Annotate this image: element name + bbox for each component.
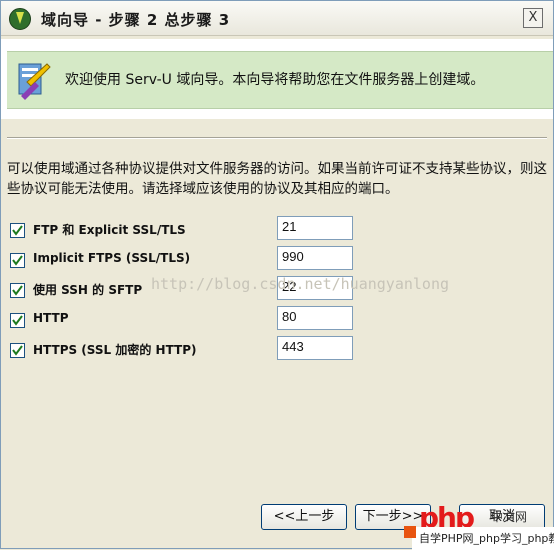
implicit-ftps-label: Implicit FTPS (SSL/TLS) xyxy=(33,251,191,265)
close-button[interactable]: X xyxy=(523,8,543,28)
sftp-checkbox[interactable] xyxy=(10,283,25,298)
footer-logo-icon xyxy=(404,526,416,538)
description-text: 可以使用域通过各种协议提供对文件服务器的访问。如果当前许可证不支持某些协议，则这… xyxy=(7,161,547,197)
check-icon xyxy=(12,255,23,266)
back-button[interactable]: <<上一步 xyxy=(261,504,347,530)
https-port-input[interactable]: 443 xyxy=(277,336,353,360)
http-label: HTTP xyxy=(33,311,69,325)
http-checkbox[interactable] xyxy=(10,313,25,328)
ftp-label: FTP 和 Explicit SSL/TLS xyxy=(33,223,186,237)
banner-strip: 欢迎使用 Serv-U 域向导。本向导将帮助您在文件服务器上创建域。 xyxy=(7,51,553,109)
wizard-banner: 欢迎使用 Serv-U 域向导。本向导将帮助您在文件服务器上创建域。 xyxy=(1,39,553,119)
check-icon xyxy=(12,225,23,236)
footer-site-text: 自学PHP网_php学习_php教 xyxy=(419,532,554,545)
check-icon xyxy=(12,345,23,356)
watermark-text: http://blog.csdn.net/huangyanlong xyxy=(151,275,450,293)
sftp-label: 使用 SSH 的 SFTP xyxy=(33,283,143,297)
serv-u-app-icon xyxy=(9,8,31,30)
https-label: HTTPS (SSL 加密的 HTTP) xyxy=(33,343,197,357)
https-checkbox[interactable] xyxy=(10,343,25,358)
ftp-checkbox[interactable] xyxy=(10,223,25,238)
window-title: 域向导 - 步骤 2 总步骤 3 xyxy=(41,11,231,29)
footer-brand: 中文网 xyxy=(491,510,528,524)
wizard-window: 域向导 - 步骤 2 总步骤 3 X 欢迎使用 Serv-U 域向导。本向导将帮… xyxy=(0,0,554,550)
http-port-input[interactable]: 80 xyxy=(277,306,353,330)
separator xyxy=(7,137,547,139)
check-icon xyxy=(12,285,23,296)
title-bar: 域向导 - 步骤 2 总步骤 3 X xyxy=(1,1,553,36)
check-icon xyxy=(12,315,23,326)
ftp-port-input[interactable]: 21 xyxy=(277,216,353,240)
implicit-ftps-port-input[interactable]: 990 xyxy=(277,246,353,270)
wizard-icon xyxy=(18,63,51,100)
banner-text: 欢迎使用 Serv-U 域向导。本向导将帮助您在文件服务器上创建域。 xyxy=(65,72,485,88)
implicit-ftps-checkbox[interactable] xyxy=(10,253,25,268)
